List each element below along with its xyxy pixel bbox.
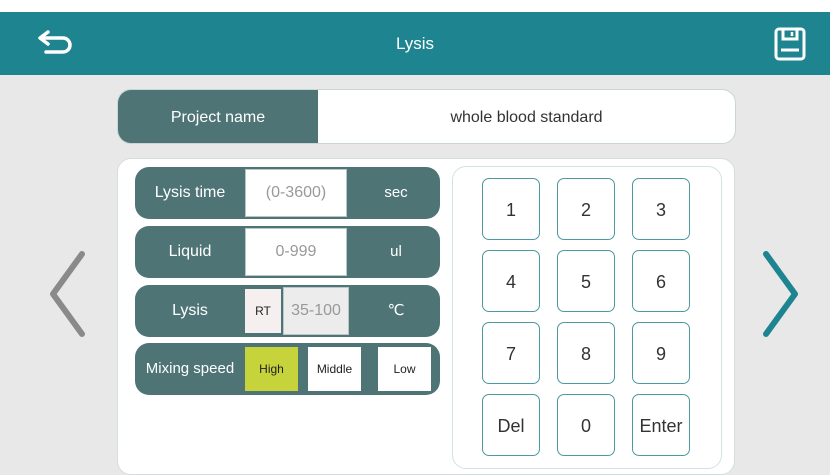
key-9[interactable]: 9	[632, 322, 690, 384]
lysis-temp-input[interactable]: 35-100	[283, 287, 349, 335]
chevron-right-icon[interactable]	[760, 248, 802, 345]
lysis-temp-unit: ℃	[387, 302, 405, 319]
chevron-left-icon[interactable]	[46, 248, 88, 345]
project-name-label: Project name	[118, 90, 318, 143]
lysis-time-row: Lysis time (0-3600) sec	[135, 167, 440, 219]
liquid-row: Liquid 0-999 ul	[135, 226, 440, 278]
key-8[interactable]: 8	[557, 322, 615, 384]
key-2[interactable]: 2	[557, 178, 615, 240]
project-name-value[interactable]: whole blood standard	[318, 90, 735, 143]
speed-option-middle[interactable]: Middle	[308, 347, 361, 391]
liquid-input[interactable]: 0-999	[245, 228, 347, 276]
key-5[interactable]: 5	[557, 250, 615, 312]
key-7[interactable]: 7	[482, 322, 540, 384]
key-0[interactable]: 0	[557, 394, 615, 456]
save-icon[interactable]	[770, 26, 810, 62]
liquid-label: Liquid	[168, 243, 212, 260]
lysis-temp-row: Lysis RT 35-100 ℃	[135, 285, 440, 337]
mixing-speed-row: Mixing speed High Middle Low	[135, 343, 440, 395]
status-strip	[0, 0, 830, 12]
key-1[interactable]: 1	[482, 178, 540, 240]
mixing-speed-label: Mixing speed	[145, 360, 235, 377]
key-enter[interactable]: Enter	[632, 394, 690, 456]
liquid-unit: ul	[390, 243, 402, 260]
project-name-row: Project name whole blood standard	[117, 89, 736, 144]
key-del[interactable]: Del	[482, 394, 540, 456]
key-6[interactable]: 6	[632, 250, 690, 312]
page-title: Lysis	[395, 34, 435, 53]
header-bar: Lysis	[0, 12, 830, 75]
rt-toggle[interactable]: RT	[245, 289, 281, 333]
lysis-time-label: Lysis time	[154, 184, 226, 201]
key-3[interactable]: 3	[632, 178, 690, 240]
lysis-time-unit: sec	[384, 184, 408, 201]
lysis-time-input[interactable]: (0-3600)	[245, 169, 347, 217]
speed-option-low[interactable]: Low	[378, 347, 431, 391]
lysis-label: Lysis	[172, 302, 208, 319]
key-4[interactable]: 4	[482, 250, 540, 312]
speed-option-high[interactable]: High	[245, 347, 298, 391]
